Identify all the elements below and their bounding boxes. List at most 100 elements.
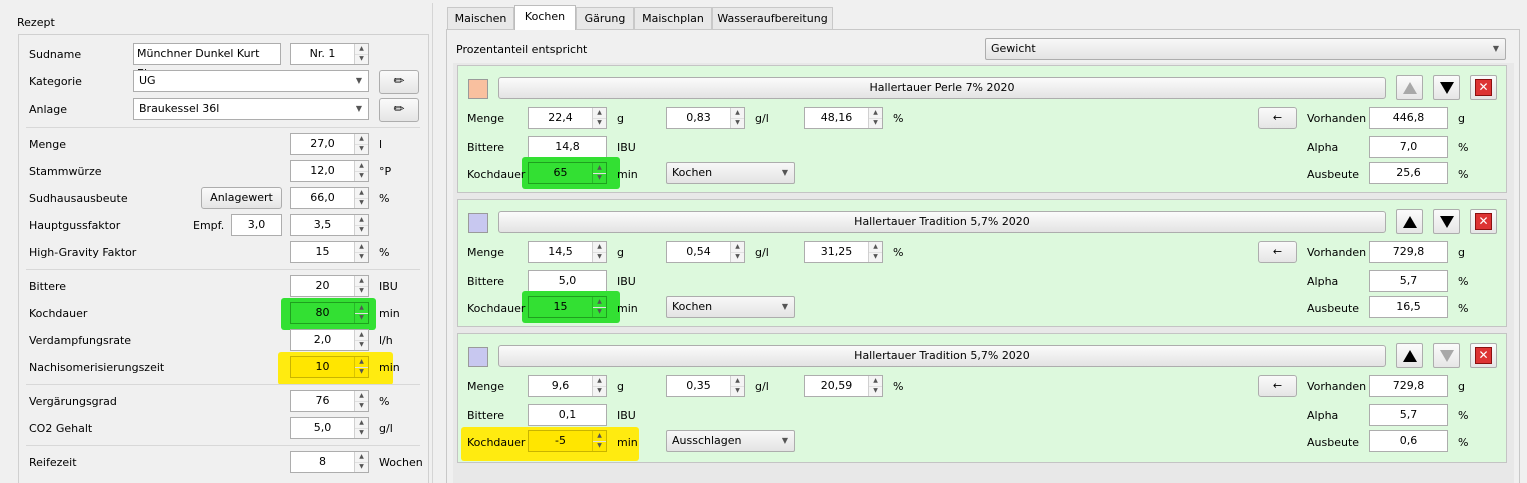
arrow-up-icon [1402,349,1417,362]
edit-kategorie-button[interactable]: ✏ [379,70,419,94]
hop-zeitpunkt-select[interactable]: Kochen ▼ [666,296,795,318]
kochdauer-label: Kochdauer [467,168,526,181]
stammwuerze-stepper[interactable]: 12,0 ▲ ▼ [290,160,369,182]
kategorie-label: Kategorie [29,75,82,88]
move-down-button[interactable] [1433,343,1460,368]
hop-percent-stepper[interactable]: 31,25 ▲ ▼ [804,241,883,263]
prozentanteil-select[interactable]: Gewicht ▼ [985,38,1506,60]
highgravity-stepper[interactable]: 15 ▲ ▼ [290,241,369,263]
move-down-button[interactable] [1433,75,1460,100]
ibu-unit: IBU [617,409,636,422]
hop-kochdauer-stepper[interactable]: 15 ▲ ▼ [528,296,607,318]
hop-name-button[interactable]: Hallertauer Tradition 5,7% 2020 [498,211,1386,233]
hop-menge-stepper[interactable]: 22,4 ▲ ▼ [528,107,607,129]
arrow-left-icon: ← [1272,245,1283,258]
move-up-button[interactable] [1396,75,1423,100]
vergaerungsgrad-stepper[interactable]: 76 ▲ ▼ [290,390,369,412]
hop-name-button[interactable]: Hallertauer Perle 7% 2020 [498,77,1386,99]
chevron-down-icon: ▼ [1492,44,1499,53]
hop-menge-stepper[interactable]: 9,6 ▲ ▼ [528,375,607,397]
sudhausausbeute-unit: % [379,192,390,205]
nachisomerisierung-unit: min [379,361,400,374]
gl-unit: g/l [755,112,769,125]
min-unit: min [617,302,638,315]
hop-zeitpunkt-select[interactable]: Ausschlagen ▼ [666,430,795,452]
kategorie-select[interactable]: UG ▼ [133,70,369,92]
anlage-select[interactable]: Braukessel 36l ▼ [133,98,369,120]
sudnummer-stepper[interactable]: Nr. 1 ▲ ▼ [290,43,369,65]
hop-zeitpunkt-select[interactable]: Kochen ▼ [666,162,795,184]
take-remaining-button[interactable]: ← [1258,107,1297,129]
delete-hop-button[interactable]: ✕ [1470,209,1497,234]
hop-percent-stepper[interactable]: 20,59 ▲ ▼ [804,375,883,397]
hop-color-swatch[interactable] [468,347,488,367]
close-icon: ✕ [1475,213,1492,230]
delete-hop-button[interactable]: ✕ [1470,343,1497,368]
sudname-input[interactable]: Münchner Dunkel Kurt Eisner [133,43,281,80]
hop-card: Hallertauer Perle 7% 2020 ✕ Menge 22,4 ▲ ▼… [457,65,1507,193]
rezept-title: Rezept [17,16,55,29]
percent-unit: % [893,112,904,125]
chevron-down-icon: ▼ [781,436,788,445]
sudhausausbeute-stepper[interactable]: 66,0 ▲ ▼ [290,187,369,209]
alpha-value: 5,7 [1369,270,1448,292]
kochdauer-stepper[interactable]: 80 ▲ ▼ [290,302,369,324]
tab-maischen[interactable]: Maischen [447,7,514,29]
kochdauer-label: Kochdauer [29,307,88,320]
g-unit: g [1458,380,1465,393]
hop-name-button[interactable]: Hallertauer Tradition 5,7% 2020 [498,345,1386,367]
tab-wasseraufbereitung[interactable]: Wasseraufbereitung [712,7,833,29]
reifezeit-stepper[interactable]: 8 ▲ ▼ [290,451,369,473]
tab-kochen[interactable]: Kochen [514,5,576,30]
hop-gl-stepper[interactable]: 0,35 ▲ ▼ [666,375,745,397]
delete-hop-button[interactable]: ✕ [1470,75,1497,100]
hop-bittere-value: 14,8 [528,136,607,158]
hop-percent-stepper[interactable]: 48,16 ▲ ▼ [804,107,883,129]
bittere-stepper[interactable]: 20 ▲ ▼ [290,275,369,297]
hop-gl-stepper[interactable]: 0,83 ▲ ▼ [666,107,745,129]
bittere-label: Bittere [467,141,505,154]
percent-unit: % [1458,168,1469,181]
tab-maischplan[interactable]: Maischplan [634,7,712,29]
hauptgussfaktor-label: Hauptgussfaktor [29,219,121,232]
bittere-unit: IBU [379,280,398,293]
percent-unit: % [1458,275,1469,288]
move-up-button[interactable] [1396,209,1423,234]
verdampfungsrate-label: Verdampfungsrate [29,334,132,347]
hop-kochdauer-stepper[interactable]: 65 ▲ ▼ [528,162,607,184]
move-up-button[interactable] [1396,343,1423,368]
ausbeute-value: 25,6 [1369,162,1448,184]
percent-unit: % [893,380,904,393]
co2-unit: g/l [379,422,393,435]
gl-unit: g/l [755,246,769,259]
hop-kochdauer-stepper[interactable]: -5 ▲ ▼ [528,430,607,452]
tab-gaerung[interactable]: Gärung [576,7,634,29]
min-unit: min [617,168,638,181]
co2-stepper[interactable]: 5,0 ▲ ▼ [290,417,369,439]
arrow-down-icon [1439,215,1454,228]
anlagewert-button[interactable]: Anlagewert [201,187,282,209]
hop-color-swatch[interactable] [468,213,488,233]
take-remaining-button[interactable]: ← [1258,241,1297,263]
hop-bittere-value: 0,1 [528,404,607,426]
alpha-value: 7,0 [1369,136,1448,158]
hop-color-swatch[interactable] [468,79,488,99]
verdampfungsrate-stepper[interactable]: 2,0 ▲ ▼ [290,329,369,351]
hop-gl-stepper[interactable]: 0,54 ▲ ▼ [666,241,745,263]
edit-anlage-button[interactable]: ✏ [379,98,419,122]
hauptgussfaktor-stepper[interactable]: 3,5 ▲ ▼ [290,214,369,236]
divider [26,269,420,270]
hop-menge-stepper[interactable]: 14,5 ▲ ▼ [528,241,607,263]
reifezeit-label: Reifezeit [29,456,77,469]
menge-stepper[interactable]: 27,0 ▲ ▼ [290,133,369,155]
move-down-button[interactable] [1433,209,1460,234]
nachisomerisierung-stepper[interactable]: 10 ▲ ▼ [290,356,369,378]
ausbeute-label: Ausbeute [1307,168,1360,181]
hop-bittere-value: 5,0 [528,270,607,292]
take-remaining-button[interactable]: ← [1258,375,1297,397]
ibu-unit: IBU [617,275,636,288]
stammwuerze-unit: °P [379,165,392,178]
kochdauer-label: Kochdauer [467,302,526,315]
percent-unit: % [1458,141,1469,154]
ausbeute-label: Ausbeute [1307,436,1360,449]
